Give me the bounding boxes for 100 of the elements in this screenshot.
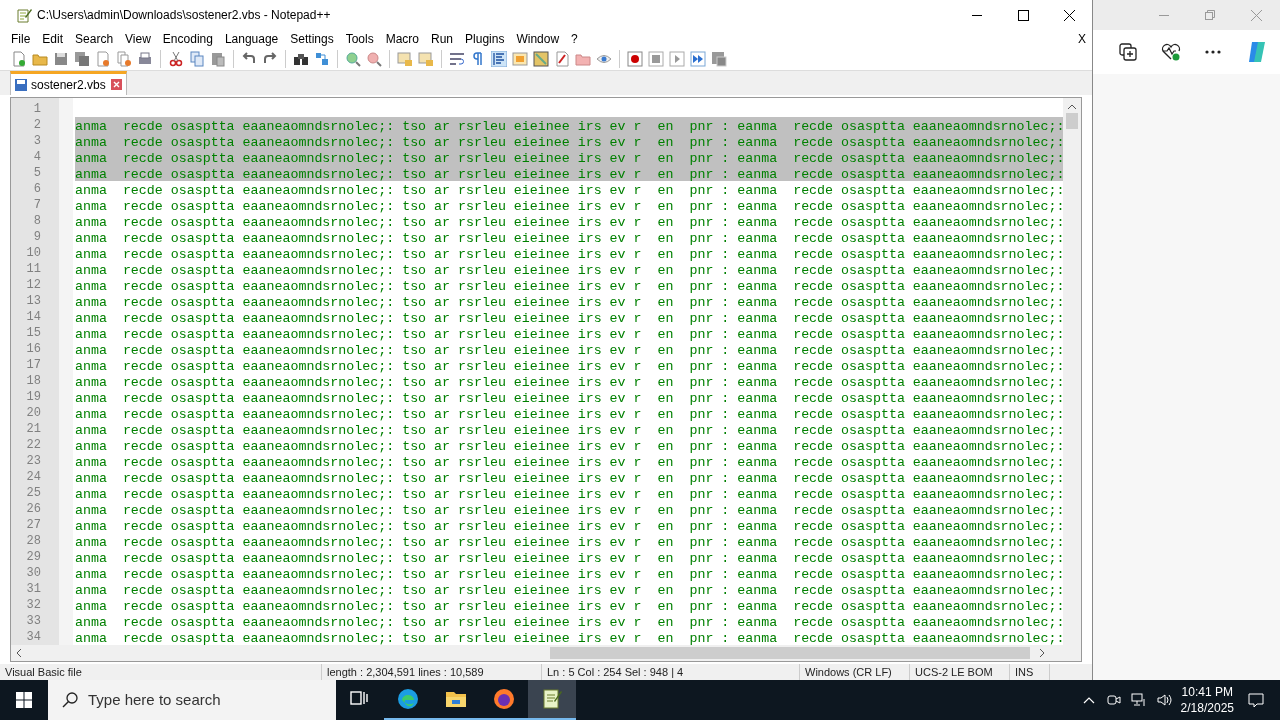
line-number: 12 <box>26 278 41 292</box>
fast-forward-icon[interactable] <box>690 51 706 68</box>
paste-icon[interactable] <box>210 51 226 68</box>
menu-item[interactable]: Encoding <box>157 30 218 49</box>
volume-icon[interactable] <box>1156 693 1173 707</box>
code-line: anma recde osasptta eaaneaomndsrnolec;: tso ar rsrleu eieinee irs ev r en pnr : eanma recde osasptta eaaneaomndsrnolec;: <box>75 438 1063 453</box>
line-number: 24 <box>26 470 41 484</box>
line-number: 3 <box>33 134 41 148</box>
close-tab-icon[interactable] <box>110 79 122 90</box>
menu-item[interactable]: Settings <box>285 30 339 49</box>
menu-item[interactable]: File <box>6 30 36 49</box>
line-number: 4 <box>33 150 41 164</box>
code-line: anma recde osasptta eaaneaomndsrnolec;: tso ar rsrleu eieinee irs ev r en pnr : eanma recde osasptta eaaneaomndsrnolec;: <box>75 246 1063 261</box>
line-number: 21 <box>26 422 41 436</box>
new-file-icon[interactable] <box>11 51 27 68</box>
menu-item[interactable]: Run <box>426 30 459 49</box>
code-line: anma recde osasptta eaaneaomndsrnolec;: tso ar rsrleu eieinee irs ev r en pnr : eanma recde osasptta eaaneaomndsrnolec;: <box>75 422 1063 437</box>
code-line: anma recde osasptta eaaneaomndsrnolec;: tso ar rsrleu eieinee irs ev r en pnr : eanma recde osasptta eaaneaomndsrnolec;: <box>75 486 1063 501</box>
close-icon <box>1063 9 1075 21</box>
vertical-scrollbar[interactable] <box>1063 98 1081 645</box>
network-icon[interactable] <box>1130 693 1147 707</box>
file-tab[interactable]: sostener2.vbs <box>10 71 127 95</box>
scroll-up-icon[interactable] <box>1068 104 1076 110</box>
more-icon[interactable] <box>1205 50 1221 54</box>
code-line: anma recde osasptta eaaneaomndsrnolec;: tso ar rsrleu eieinee irs ev r en pnr : eanma recde osasptta eaaneaomndsrnolec;: <box>75 598 1063 613</box>
copy-icon[interactable] <box>189 51 205 68</box>
search-icon <box>62 692 78 708</box>
scroll-thumb[interactable] <box>550 647 1030 659</box>
code-line: anma recde osasptta eaaneaomndsrnolec;: tso ar rsrleu eieinee irs ev r en pnr : eanma recde osasptta eaaneaomndsrnolec;: <box>75 294 1063 309</box>
code-line: anma recde osasptta eaaneaomndsrnolec;: tso ar rsrleu eieinee irs ev r en pnr : eanma recde osasptta eaaneaomndsrnolec;: <box>75 614 1063 629</box>
save-all-icon[interactable] <box>74 51 90 68</box>
menu-item[interactable]: Window <box>511 30 565 49</box>
close-document-button[interactable]: X <box>1078 30 1086 49</box>
scroll-thumb[interactable] <box>1066 113 1078 129</box>
line-number: 19 <box>26 390 41 404</box>
menu-item[interactable]: View <box>120 30 156 49</box>
code-line: anma recde osasptta eaaneaomndsrnolec;: tso ar rsrleu eieinee irs ev r en pnr : eanma recde osasptta eaaneaomndsrnolec;: <box>75 390 1063 405</box>
code-line: anma recde osasptta eaaneaomndsrnolec;: tso ar rsrleu eieinee irs ev r en pnr : eanma recde osasptta eaaneaomndsrnolec;: <box>75 214 1063 229</box>
search-input[interactable]: Type here to search <box>88 688 328 712</box>
code-line: anma recde osasptta eaaneaomndsrnolec;: tso ar rsrleu eieinee irs ev r en pnr : eanma recde osasptta eaaneaomndsrnolec;: <box>75 470 1063 485</box>
line-number: 17 <box>26 358 41 372</box>
notepad-icon <box>16 7 32 23</box>
line-number: 7 <box>33 198 41 212</box>
close-icon[interactable] <box>1251 9 1262 21</box>
search-field[interactable]: Type here to search <box>48 680 336 720</box>
clock-date[interactable]: 2/18/2025 <box>1180 700 1234 716</box>
folder-icon[interactable] <box>575 51 591 68</box>
scissors-icon[interactable] <box>168 51 184 68</box>
indent-guide-icon[interactable] <box>491 51 507 68</box>
code-line: anma recde osasptta eaaneaomndsrnolec;: tso ar rsrleu eieinee irs ev r en pnr : eanma recde osasptta eaaneaomndsrnolec;: <box>75 342 1063 357</box>
line-number: 9 <box>33 230 41 244</box>
restore-icon[interactable] <box>1205 10 1215 20</box>
word-wrap-icon[interactable] <box>449 51 465 68</box>
menu-item[interactable]: Search <box>70 30 119 49</box>
open-folder-icon[interactable] <box>32 51 48 68</box>
code-line: anma recde osasptta eaaneaomndsrnolec;: tso ar rsrleu eieinee irs ev r en pnr : eanma recde osasptta eaaneaomndsrnolec;: <box>75 310 1063 325</box>
line-number: 31 <box>26 582 41 596</box>
menu-item[interactable]: Tools <box>340 30 379 49</box>
health-icon[interactable] <box>1161 43 1181 61</box>
code-line: anma recde osasptta eaaneaomndsrnolec;: tso ar rsrleu eieinee irs ev r en pnr : eanma recde osasptta eaaneaomndsrnolec;: <box>75 534 1063 549</box>
taskbar-app-button[interactable] <box>528 680 576 720</box>
chevron-up-icon[interactable] <box>1082 696 1095 704</box>
menu-item[interactable]: Language <box>219 30 284 49</box>
clock-time[interactable]: 10:41 PM <box>1181 684 1233 700</box>
line-number: 20 <box>26 406 41 420</box>
line-number: 30 <box>26 566 41 580</box>
code-line: anma recde osasptta eaaneaomndsrnolec;: tso ar rsrleu eieinee irs ev r en pnr : eanma recde osasptta eaaneaomndsrnolec;: <box>75 182 1063 197</box>
collections-icon[interactable] <box>1119 43 1137 61</box>
menu-item[interactable]: Plugins <box>460 30 510 49</box>
line-number: 15 <box>26 326 41 340</box>
notepad-icon <box>540 687 564 711</box>
line-number: 13 <box>26 294 41 308</box>
line-number: 14 <box>26 310 41 324</box>
play-icon[interactable] <box>669 51 685 68</box>
binoculars-icon[interactable] <box>293 51 309 68</box>
zoom-out-icon[interactable] <box>366 51 382 68</box>
line-number: 32 <box>26 598 41 612</box>
close-file-icon[interactable] <box>95 51 111 68</box>
line-number: 25 <box>26 486 41 500</box>
record-icon[interactable] <box>627 51 643 68</box>
camera-icon[interactable] <box>1106 693 1121 707</box>
window-title: C:\Users\admin\Downloads\sostener2.vbs - Notepad++ <box>37 7 331 24</box>
menu-item[interactable]: Edit <box>37 30 69 49</box>
notification-icon[interactable] <box>1248 692 1264 708</box>
menu-item[interactable]: ? <box>566 30 583 49</box>
minimize-icon[interactable] <box>1159 14 1169 16</box>
horizontal-scrollbar[interactable] <box>11 645 1081 661</box>
stop-icon[interactable] <box>648 51 664 68</box>
line-number: 29 <box>26 550 41 564</box>
line-number: 16 <box>26 342 41 356</box>
edge-icon <box>396 687 420 711</box>
menu-item[interactable]: Macro <box>380 30 424 49</box>
scroll-left-icon[interactable] <box>16 649 22 657</box>
code-line: anma recde osasptta eaaneaomndsrnolec;: tso ar rsrleu eieinee irs ev r en pnr : eanma recde osasptta eaaneaomndsrnolec;: <box>75 630 1063 645</box>
save-icon[interactable] <box>53 51 69 68</box>
code-line: anma recde osasptta eaaneaomndsrnolec;: tso ar rsrleu eieinee irs ev r en pnr : eanma recde osasptta eaaneaomndsrnolec;: <box>75 358 1063 373</box>
zoom-in-icon[interactable] <box>345 51 361 68</box>
close-all-icon[interactable] <box>116 51 132 68</box>
code-line: anma recde osasptta eaaneaomndsrnolec;: tso ar rsrleu eieinee irs ev r en pnr : eanma recde osasptta eaaneaomndsrnolec;: <box>75 262 1063 277</box>
scroll-right-icon[interactable] <box>1039 649 1045 657</box>
